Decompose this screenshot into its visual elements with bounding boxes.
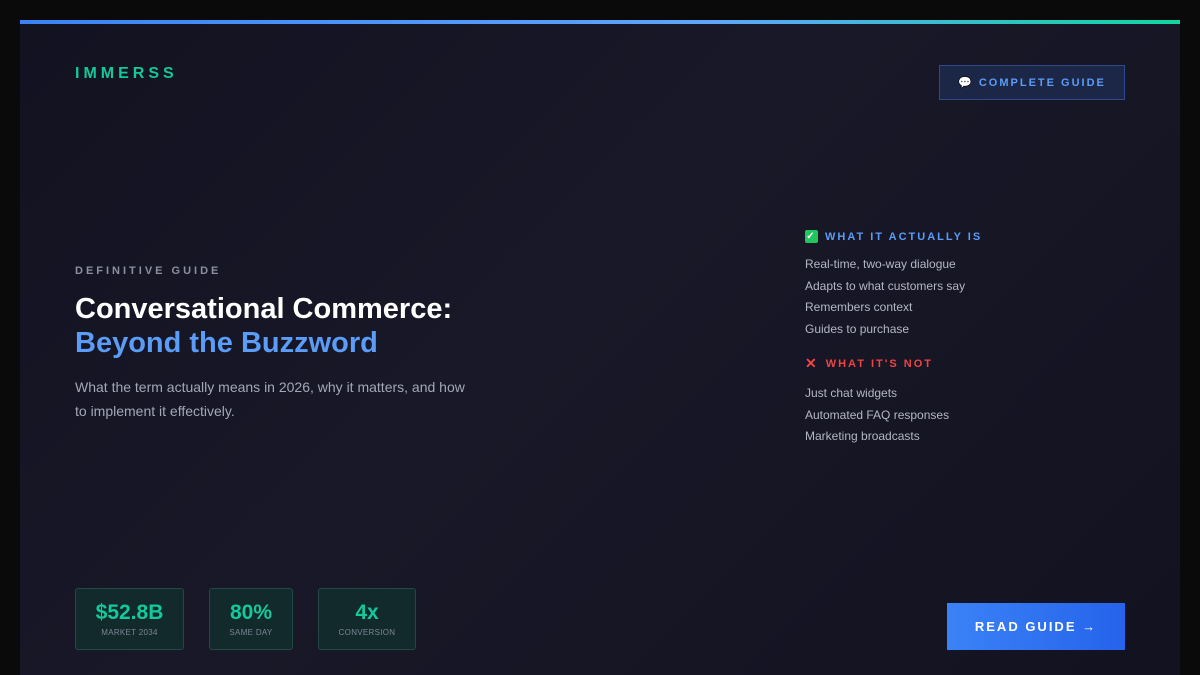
title-line-2: Beyond the Buzzword <box>75 327 378 359</box>
brand-logo[interactable]: IMMERSS <box>75 65 178 83</box>
page-title: Conversational Commerce: Beyond the Buzz… <box>75 292 675 360</box>
what-it-is-list: Real-time, two-way dialogue Adapts to wh… <box>805 254 1145 340</box>
stat-market: $52.8B MARKET 2034 <box>75 588 184 650</box>
list-item: Real-time, two-way dialogue <box>805 257 956 271</box>
complete-guide-label: COMPLETE GUIDE <box>978 76 1106 89</box>
stat-label: SAME DAY <box>229 628 273 637</box>
kicker: DEFINITIVE GUIDE <box>75 265 222 277</box>
title-line-1: Conversational Commerce: <box>75 293 453 325</box>
speech-bubble-icon: 💬 <box>958 77 972 89</box>
complete-guide-button[interactable]: 💬 COMPLETE GUIDE <box>939 65 1125 100</box>
stat-value: $52.8B <box>95 601 164 624</box>
what-its-not-section: ✕ WHAT IT'S NOT Just chat widgets Automa… <box>805 355 1145 448</box>
list-item: Just chat widgets <box>805 386 898 400</box>
list-item: Guides to purchase <box>805 321 910 336</box>
list-item: Adapts to what customers say <box>805 278 966 293</box>
hero-card: IMMERSS 💬 COMPLETE GUIDE DEFINITIVE GUID… <box>20 20 1180 675</box>
what-it-is-heading-label: WHAT IT ACTUALLY IS <box>825 230 983 243</box>
accent-bar <box>20 20 1180 24</box>
cross-icon: ✕ <box>805 355 819 371</box>
stat-value: 80% <box>229 601 273 624</box>
what-its-not-heading-label: WHAT IT'S NOT <box>825 357 933 370</box>
stat-label: CONVERSION <box>338 628 396 637</box>
what-its-not-heading: ✕ WHAT IT'S NOT <box>805 355 1145 372</box>
list-item: Remembers context <box>805 300 913 315</box>
list-item: Automated FAQ responses <box>805 407 950 422</box>
read-guide-button[interactable]: READ GUIDE → <box>947 603 1125 650</box>
list-item: Marketing broadcasts <box>805 429 920 444</box>
stat-conversion: 4x CONVERSION <box>318 588 416 650</box>
what-it-is-section: ✓ WHAT IT ACTUALLY IS Real-time, two-way… <box>805 230 1145 340</box>
stat-value: 4x <box>355 601 379 624</box>
what-it-is-heading: ✓ WHAT IT ACTUALLY IS <box>805 230 1145 243</box>
check-icon: ✓ <box>805 230 818 243</box>
stat-label: MARKET 2034 <box>101 628 158 637</box>
what-its-not-list: Just chat widgets Automated FAQ response… <box>805 383 1145 448</box>
subtitle: What the term actually means in 2026, wh… <box>75 379 465 419</box>
stat-same-day: 80% SAME DAY <box>209 588 293 650</box>
